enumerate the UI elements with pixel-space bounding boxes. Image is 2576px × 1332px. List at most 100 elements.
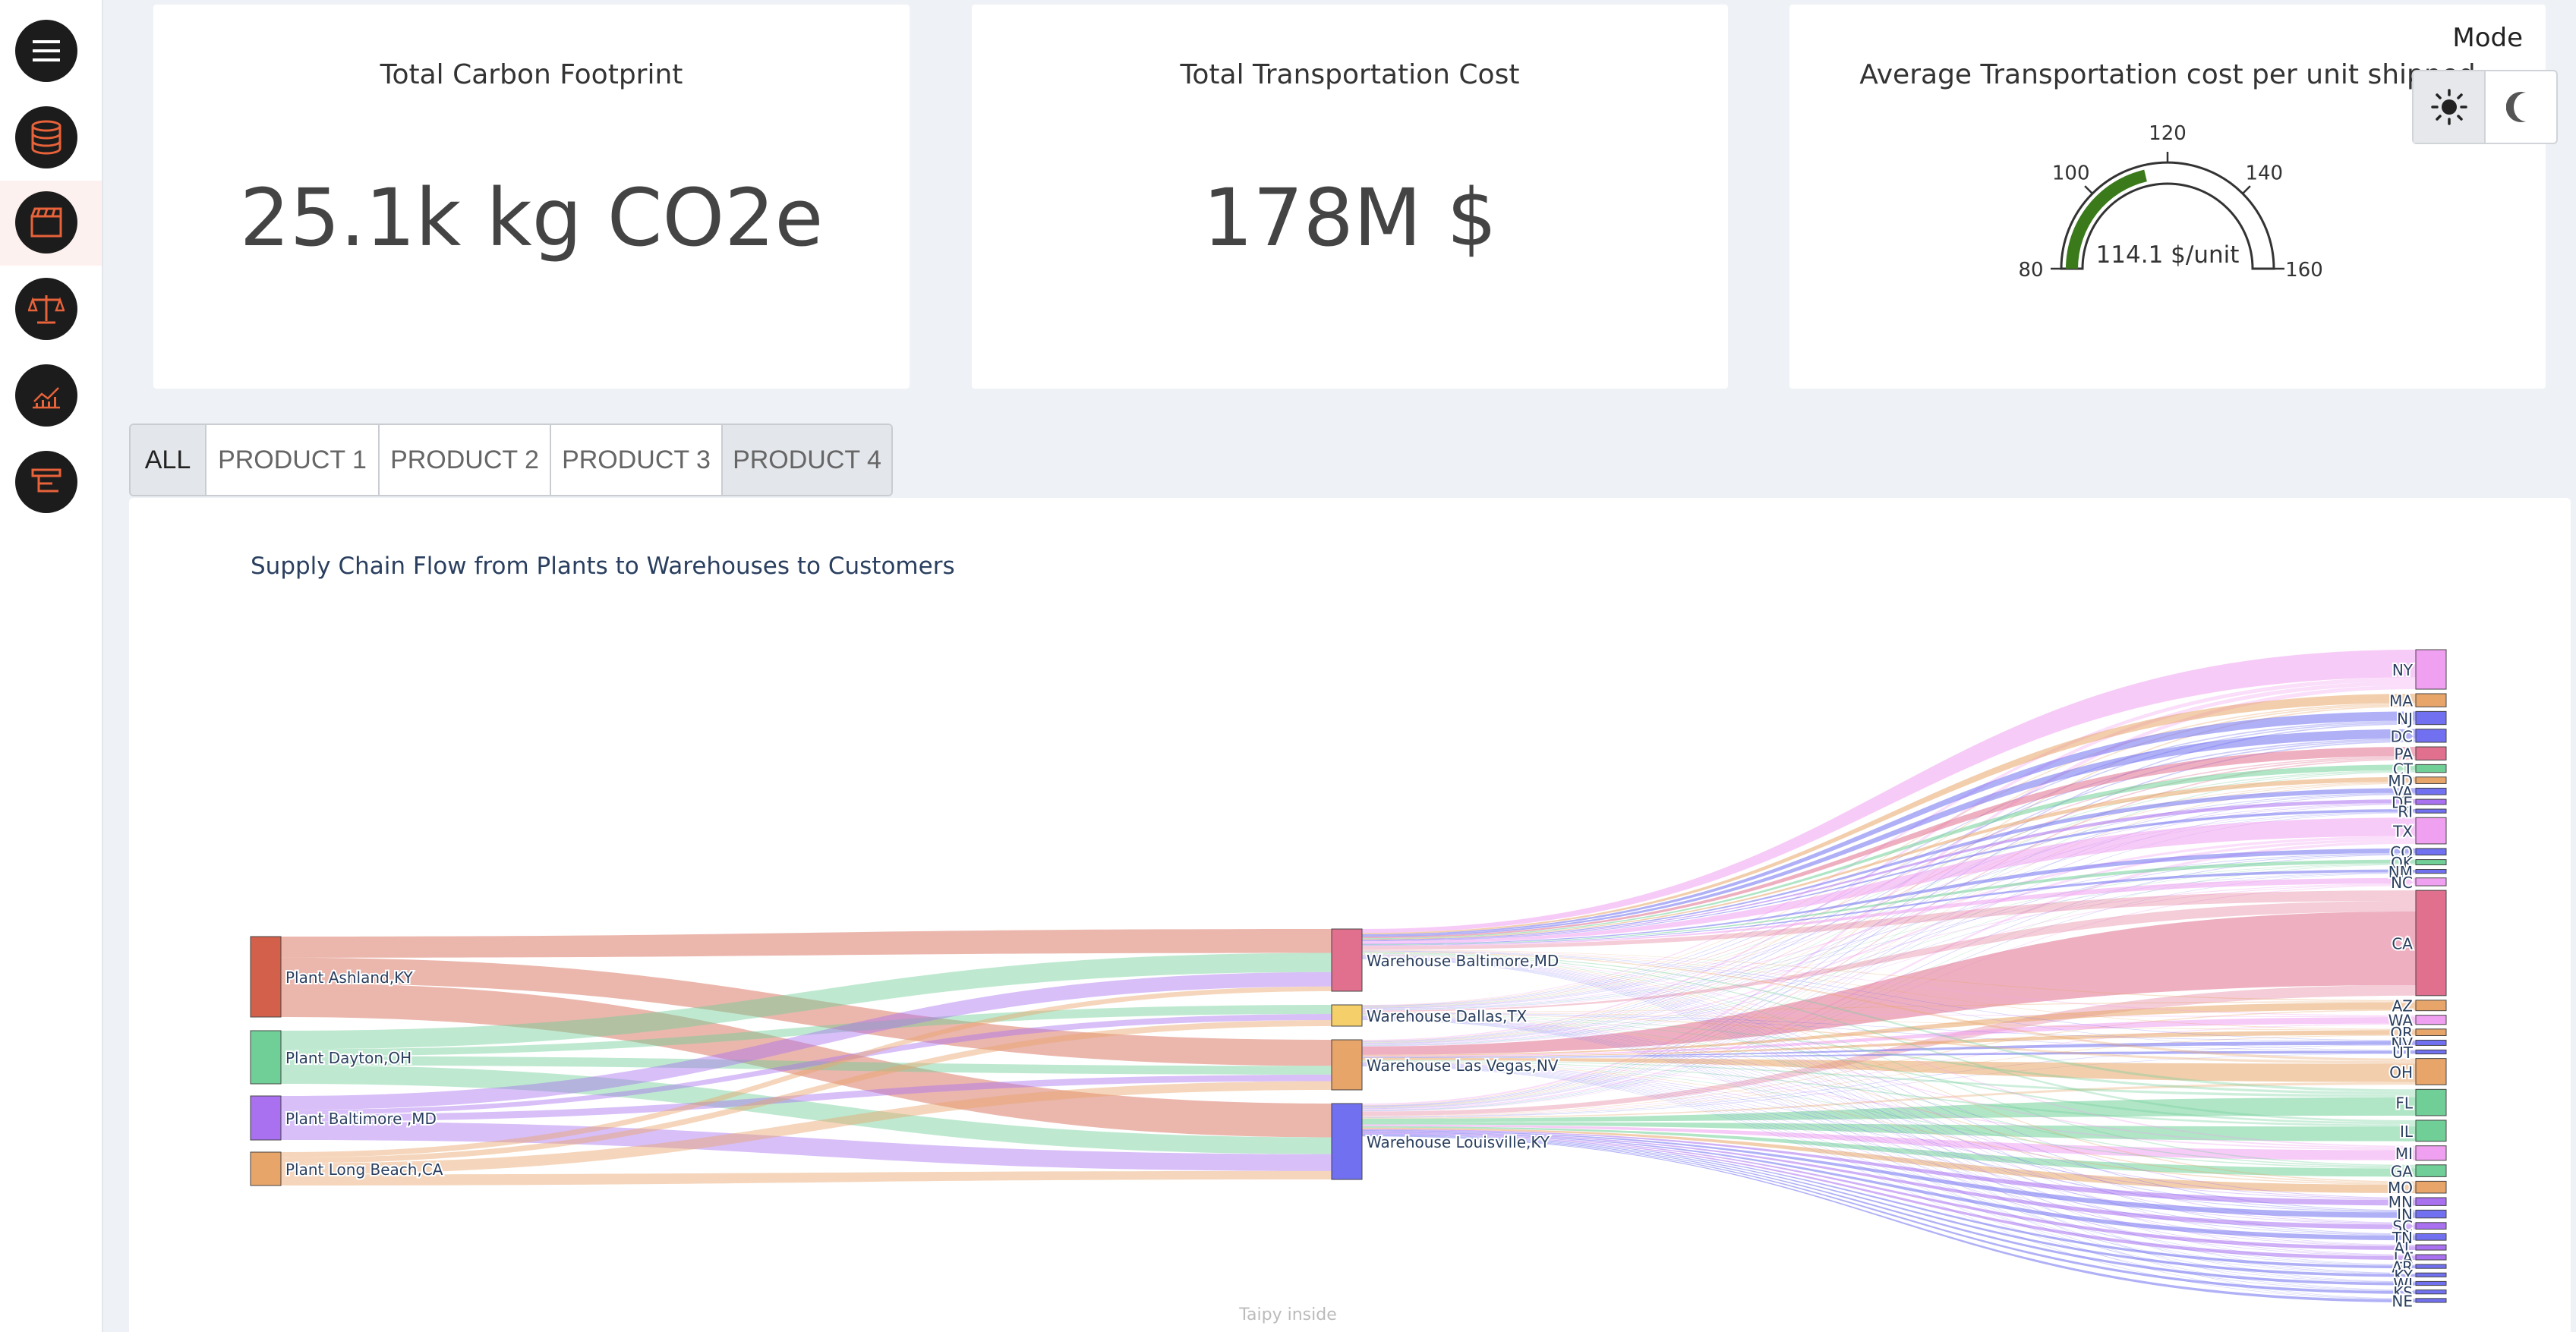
- gauge-tick-label: 160: [2285, 259, 2323, 282]
- avg-cost-gauge: 80 100 120 140 160 114.1 $/unit: [2018, 122, 2323, 282]
- plant-node-label: Plant Baltimore ,MD: [285, 1110, 437, 1128]
- tree-structure-icon: [31, 468, 61, 493]
- carbon-footprint-title: Total Carbon Footprint: [380, 59, 683, 90]
- tab-product-2[interactable]: PRODUCT 2: [380, 425, 551, 495]
- customer-node-label: DC: [2391, 727, 2413, 745]
- customer-node[interactable]: [2415, 1254, 2447, 1261]
- customer-node-label: IL: [2400, 1123, 2414, 1141]
- warehouse-node[interactable]: [1331, 1039, 1363, 1091]
- customer-node[interactable]: [2415, 1222, 2447, 1230]
- plant-node-label: Plant Dayton,OH: [285, 1049, 411, 1067]
- tab-product-3[interactable]: PRODUCT 3: [551, 425, 723, 495]
- customer-node[interactable]: [2415, 1298, 2447, 1303]
- warehouse-node[interactable]: [1331, 1004, 1363, 1027]
- customer-node[interactable]: [2415, 877, 2447, 886]
- gauge-tick-label: 100: [2052, 162, 2090, 185]
- customer-node-label: OH: [2389, 1063, 2413, 1082]
- nav-compare-button[interactable]: [15, 278, 77, 340]
- customer-node[interactable]: [2415, 1233, 2447, 1241]
- footer-text: Taipy inside: [1239, 1305, 1337, 1324]
- customer-node[interactable]: [2415, 1119, 2447, 1142]
- warehouse-node-label: Warehouse Las Vegas,NV: [1367, 1056, 1559, 1075]
- customer-node-label: MA: [2389, 692, 2413, 710]
- warehouse-node[interactable]: [1331, 928, 1363, 992]
- plant-warehouse-link[interactable]: [281, 929, 1332, 958]
- nav-data-button[interactable]: [15, 106, 77, 168]
- chart-icon: [33, 387, 60, 409]
- customer-node[interactable]: [2415, 1289, 2447, 1295]
- customer-node[interactable]: [2415, 798, 2447, 805]
- light-mode-button[interactable]: [2414, 71, 2486, 143]
- gauge-tick-label: 120: [2149, 122, 2187, 145]
- customer-node[interactable]: [2415, 649, 2447, 690]
- customer-node[interactable]: [2415, 1145, 2447, 1161]
- customer-node[interactable]: [2415, 1039, 2447, 1046]
- customer-node[interactable]: [2415, 1209, 2447, 1219]
- gauge-tick-label: 80: [2018, 259, 2043, 282]
- plant-warehouse-links: [281, 929, 1332, 1186]
- customer-node[interactable]: [2415, 1028, 2447, 1036]
- tab-all[interactable]: ALL: [131, 425, 207, 495]
- nav-scenario-button[interactable]: [15, 191, 77, 253]
- customer-node[interactable]: [2415, 1088, 2447, 1116]
- tab-product-1[interactable]: PRODUCT 1: [207, 425, 380, 495]
- customer-node-label: RI: [2398, 803, 2413, 821]
- customer-node[interactable]: [2415, 817, 2447, 845]
- customer-node[interactable]: [2415, 729, 2447, 743]
- sankey-chart: Plant Ashland,KY Plant Dayton,OH Plant Bal…: [250, 649, 2447, 1312]
- customer-node[interactable]: [2415, 1015, 2447, 1025]
- customer-node[interactable]: [2415, 746, 2447, 760]
- plant-node[interactable]: [250, 1151, 282, 1186]
- customer-node[interactable]: [2415, 1264, 2447, 1269]
- customer-node[interactable]: [2415, 1058, 2447, 1085]
- transportation-cost-title: Total Transportation Cost: [1180, 59, 1520, 90]
- customer-node-label: TX: [2392, 823, 2413, 841]
- customer-node[interactable]: [2415, 1197, 2447, 1206]
- plant-node-label: Plant Long Beach,CA: [285, 1160, 443, 1179]
- warehouse-customer-links: [1362, 650, 2416, 1302]
- plant-node-label: Plant Ashland,KY: [285, 968, 413, 987]
- transportation-cost-card: Total Transportation Cost 178M $: [972, 5, 1728, 389]
- hamburger-menu-icon: [33, 40, 60, 61]
- customer-node[interactable]: [2415, 808, 2447, 814]
- warehouse-node-label: Warehouse Dallas,TX: [1367, 1007, 1528, 1025]
- plant-node[interactable]: [250, 1095, 282, 1141]
- customer-node[interactable]: [2415, 693, 2447, 707]
- customer-node[interactable]: [2415, 1049, 2447, 1055]
- tab-product-4[interactable]: PRODUCT 4: [723, 425, 891, 495]
- customer-node[interactable]: [2415, 848, 2447, 856]
- customer-node[interactable]: [2415, 764, 2447, 773]
- customer-node[interactable]: [2415, 1272, 2447, 1277]
- customer-node[interactable]: [2415, 1280, 2447, 1286]
- dark-mode-button[interactable]: [2486, 71, 2556, 143]
- customer-node[interactable]: [2415, 1180, 2447, 1194]
- warehouse-node[interactable]: [1331, 1103, 1363, 1180]
- scale-icon: [28, 295, 65, 324]
- nav-cycles-button[interactable]: [15, 451, 77, 513]
- gauge-tick: [2084, 185, 2093, 194]
- carbon-footprint-card: Total Carbon Footprint 25.1k kg CO2e: [153, 5, 910, 389]
- customer-node-label: MI: [2395, 1145, 2413, 1163]
- customer-node[interactable]: [2415, 859, 2447, 866]
- customer-node-label: GA: [2391, 1163, 2413, 1181]
- transportation-cost-value: 178M $: [1203, 172, 1497, 264]
- customer-node-label: FL: [2395, 1094, 2414, 1113]
- menu-button[interactable]: [15, 20, 77, 82]
- gauge-tick-label: 140: [2245, 162, 2283, 185]
- warehouse-node-label: Warehouse Louisville,KY: [1367, 1133, 1550, 1151]
- plant-node[interactable]: [250, 1030, 282, 1085]
- customer-node[interactable]: [2415, 1164, 2447, 1177]
- customer-node[interactable]: [2415, 787, 2447, 795]
- customer-node-label: UT: [2392, 1044, 2414, 1062]
- customer-node[interactable]: [2415, 776, 2447, 784]
- mode-label: Mode: [2452, 23, 2523, 53]
- customer-node[interactable]: [2415, 869, 2447, 874]
- sankey-panel: Supply Chain Flow from Plants to Warehou…: [129, 498, 2571, 1332]
- customer-node[interactable]: [2415, 710, 2447, 726]
- mode-toggle[interactable]: [2412, 70, 2558, 144]
- customer-node[interactable]: [2415, 1244, 2447, 1251]
- customer-node[interactable]: [2415, 1000, 2447, 1012]
- customer-node[interactable]: [2415, 890, 2447, 997]
- plant-node[interactable]: [250, 936, 282, 1018]
- nav-analytics-button[interactable]: [15, 364, 77, 427]
